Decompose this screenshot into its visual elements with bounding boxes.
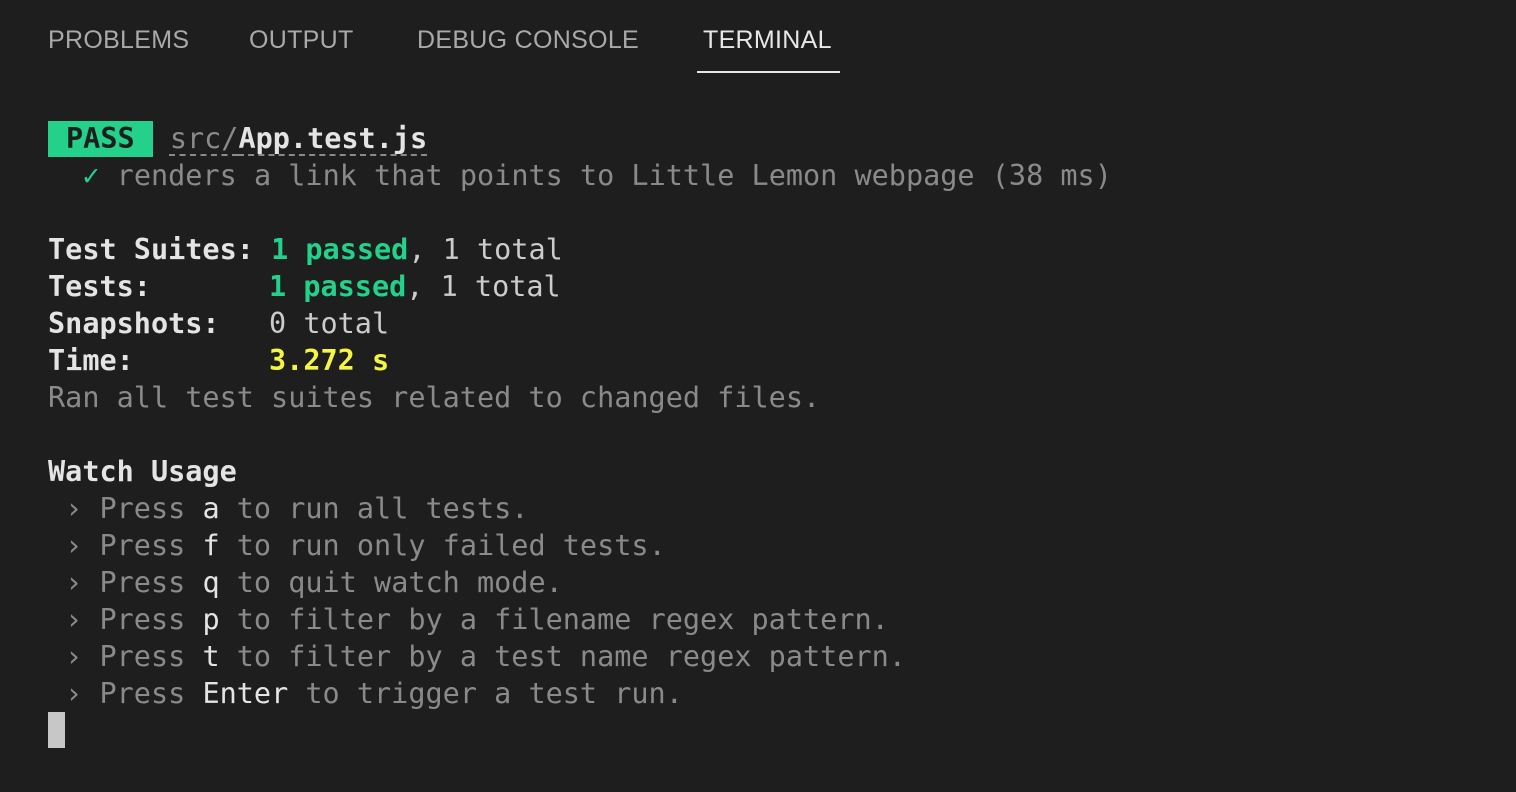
suites-label: Test Suites: xyxy=(48,233,254,266)
terminal-cursor xyxy=(48,712,65,748)
watch-item-a: › Press a to run all tests. xyxy=(48,492,529,525)
test-file-dir: src/ xyxy=(169,122,239,155)
summary-tests: Tests: 1 passed, 1 total xyxy=(48,268,561,305)
time-label: Time: xyxy=(48,344,134,377)
tests-passed: 1 passed, 1 total xyxy=(269,270,561,303)
tests-label: Tests: xyxy=(48,270,151,303)
watch-item-q: › Press q to quit watch mode. xyxy=(48,566,563,599)
test-file-result: PASS src/App.test.js xyxy=(48,120,427,157)
pass-badge: PASS xyxy=(48,121,153,157)
watch-item-t: › Press t to filter by a test name regex… xyxy=(48,640,906,673)
watch-item-p: › Press p to filter by a filename regex … xyxy=(48,603,889,636)
summary-suites: Test Suites: 1 passed, 1 total xyxy=(48,231,563,268)
time-value: 3.272 s xyxy=(269,344,390,377)
tab-problems[interactable]: PROBLEMS xyxy=(48,26,189,55)
test-case-line: ✓ renders a link that points to Little L… xyxy=(48,157,1112,194)
suites-total: , 1 total xyxy=(408,233,563,266)
panel-tab-bar: PROBLEMS OUTPUT DEBUG CONSOLE TERMINAL xyxy=(0,0,1516,80)
tab-terminal[interactable]: TERMINAL xyxy=(703,26,832,55)
watch-usage-title: Watch Usage xyxy=(48,455,237,488)
tab-debug-console[interactable]: DEBUG CONSOLE xyxy=(417,26,639,55)
check-icon: ✓ xyxy=(82,159,100,192)
snapshots-label: Snapshots: xyxy=(48,307,220,340)
snapshots-value: 0 total xyxy=(269,307,390,340)
active-tab-indicator xyxy=(697,71,840,73)
terminal-panel: PROBLEMS OUTPUT DEBUG CONSOLE TERMINAL P… xyxy=(0,0,1516,792)
ran-note: Ran all test suites related to changed f… xyxy=(48,381,821,414)
test-file-name: App.test.js xyxy=(238,122,428,155)
test-case-name: renders a link that points to Little Lem… xyxy=(116,159,1112,192)
watch-item-f: › Press f to run only failed tests. xyxy=(48,529,666,562)
suites-passed: 1 passed xyxy=(271,233,409,266)
summary-snapshots: Snapshots: 0 total xyxy=(48,305,389,342)
watch-item-enter: › Press Enter to trigger a test run. xyxy=(48,677,683,710)
summary-time: Time: 3.272 s xyxy=(48,342,389,379)
tab-output[interactable]: OUTPUT xyxy=(249,26,354,55)
